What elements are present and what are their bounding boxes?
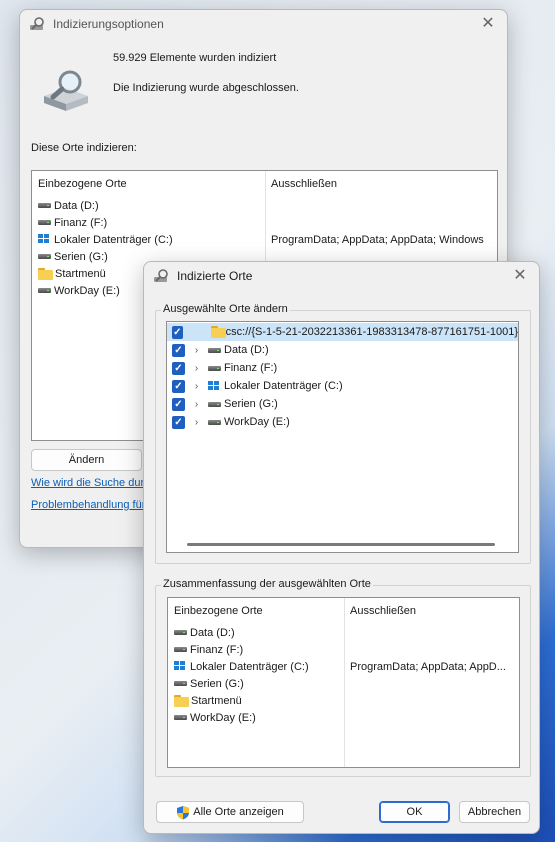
summary-column-header-exclude[interactable]: Ausschließen (350, 605, 416, 617)
checkbox[interactable]: ✓ (172, 361, 185, 375)
tree-item-label: Data (D:) (224, 344, 269, 356)
list-item[interactable]: Lokaler Datenträger (C:) (38, 231, 173, 248)
list-item-label: Serien (G:) (54, 250, 108, 263)
tree-item[interactable]: ✓ csc://{S-1-5-21-2032213361-1983313478-8… (167, 323, 518, 341)
checkbox[interactable]: ✓ (172, 379, 185, 393)
folder-icon (38, 267, 53, 280)
drive-icon (208, 419, 221, 425)
drive-icon (38, 254, 51, 259)
list-item[interactable]: Startmenü (174, 692, 242, 709)
drive-icon (208, 347, 221, 353)
drive-icon (38, 203, 51, 208)
tree-item-label: WorkDay (E:) (224, 416, 290, 428)
folder-icon (174, 694, 189, 707)
list-item[interactable]: Data (D:) (174, 624, 235, 641)
tree-item[interactable]: ✓ › Lokaler Datenträger (C:) (167, 377, 518, 395)
summary-list[interactable]: Einbezogene Orte Ausschließen Data (D:) F… (167, 597, 520, 768)
tree-item-label: csc://{S-1-5-21-2032213361-1983313478-87… (225, 326, 519, 338)
list-item-label: Lokaler Datenträger (C:) (54, 233, 173, 246)
tree-item-label: Finanz (F:) (224, 362, 278, 374)
list-item[interactable]: WorkDay (E:) (38, 282, 120, 299)
summary-column-header-included[interactable]: Einbezogene Orte (174, 605, 263, 617)
show-all-locations-label: Alle Orte anzeigen (193, 806, 284, 818)
list-item-label: WorkDay (E:) (190, 711, 256, 724)
drive-icon (174, 715, 187, 720)
summary-group-label: Zusammenfassung der ausgewählten Orte (161, 578, 373, 590)
system-drive-icon (208, 380, 221, 392)
tree-item[interactable]: ✓ › Serien (G:) (167, 395, 518, 413)
list-item[interactable]: WorkDay (E:) (174, 709, 256, 726)
tree-item[interactable]: ✓ › Data (D:) (167, 341, 518, 359)
list-item-label: Finanz (F:) (54, 216, 108, 229)
system-drive-icon (174, 661, 187, 672)
indexing-status-text: Die Indizierung wurde abgeschlossen. (113, 82, 299, 94)
list-item-label: Serien (G:) (190, 677, 244, 690)
search-drive-icon (30, 17, 44, 30)
list-item-label: Data (D:) (54, 199, 99, 212)
list-item-exclude: ProgramData; AppData; AppD... (350, 660, 506, 673)
list-item[interactable]: Finanz (F:) (174, 641, 243, 658)
dialog-title-bar[interactable]: Indizierte Orte (144, 262, 539, 290)
search-help-link[interactable]: Wie wird die Suche durc (31, 477, 150, 489)
drive-icon (38, 288, 51, 293)
checkbox[interactable]: ✓ (172, 343, 185, 357)
change-button[interactable]: Ändern (31, 449, 142, 471)
list-item[interactable]: Finanz (F:) (38, 214, 107, 231)
folder-icon (211, 326, 227, 338)
summary-column-separator (344, 598, 345, 767)
indexed-count-text: 59.929 Elemente wurden indiziert (113, 52, 277, 64)
search-drive-icon (154, 269, 168, 282)
checkbox[interactable]: ✓ (172, 397, 185, 411)
column-header-exclude[interactable]: Ausschließen (271, 178, 337, 190)
checkbox[interactable]: ✓ (172, 415, 185, 429)
drive-icon (174, 647, 187, 652)
drive-icon (38, 220, 51, 225)
tree-item-label: Lokaler Datenträger (C:) (224, 380, 343, 392)
indexing-drive-icon (44, 70, 88, 111)
chevron-right-icon[interactable]: › (192, 399, 201, 410)
ok-button[interactable]: OK (379, 801, 450, 823)
change-locations-group-label: Ausgewählte Orte ändern (161, 303, 290, 315)
tree-item[interactable]: ✓ › WorkDay (E:) (167, 413, 518, 431)
list-item[interactable]: Serien (G:) (38, 248, 108, 265)
chevron-right-icon[interactable]: › (192, 417, 201, 428)
checkbox[interactable]: ✓ (172, 325, 183, 339)
chevron-right-icon[interactable]: › (192, 363, 201, 374)
tree-item-label: Serien (G:) (224, 398, 278, 410)
close-button[interactable]: ✕ (479, 15, 497, 33)
locations-tree[interactable]: ✓ csc://{S-1-5-21-2032213361-1983313478-8… (166, 321, 519, 553)
shield-icon (177, 805, 190, 819)
tree-item[interactable]: ✓ › Finanz (F:) (167, 359, 518, 377)
drive-icon (208, 401, 221, 407)
show-all-locations-button[interactable]: Alle Orte anzeigen (156, 801, 304, 823)
list-item-label: Data (D:) (190, 626, 235, 639)
list-item[interactable]: Startmenü (38, 265, 106, 282)
indexed-locations-dialog: Indizierte Orte ✕ Ausgewählte Orte änder… (143, 261, 540, 834)
title-bar[interactable]: Indizierungsoptionen (20, 10, 507, 38)
list-item-label: Startmenü (55, 267, 106, 280)
dialog-close-button[interactable]: ✕ (511, 267, 529, 285)
locations-section-label: Diese Orte indizieren: (31, 142, 137, 154)
column-header-included[interactable]: Einbezogene Orte (38, 178, 127, 190)
list-item-label: Startmenü (191, 694, 242, 707)
drive-icon (174, 630, 187, 635)
horizontal-scrollbar[interactable] (187, 543, 495, 546)
chevron-right-icon[interactable]: › (192, 345, 201, 356)
window-title: Indizierungsoptionen (53, 17, 164, 31)
list-item-exclude: ProgramData; AppData; AppData; Windows (271, 233, 484, 246)
list-item-label: Finanz (F:) (190, 643, 244, 656)
list-item[interactable]: Serien (G:) (174, 675, 244, 692)
cancel-button[interactable]: Abbrechen (459, 801, 530, 823)
dialog-title: Indizierte Orte (177, 269, 253, 283)
list-item-label: WorkDay (E:) (54, 284, 120, 297)
chevron-right-icon[interactable]: › (192, 381, 201, 392)
list-item[interactable]: Data (D:) (38, 197, 99, 214)
drive-icon (174, 681, 187, 686)
list-item[interactable]: Lokaler Datenträger (C:) (174, 658, 309, 675)
drive-icon (208, 365, 221, 371)
troubleshoot-link[interactable]: Problembehandlung für (31, 499, 145, 511)
system-drive-icon (38, 234, 51, 245)
list-item-label: Lokaler Datenträger (C:) (190, 660, 309, 673)
